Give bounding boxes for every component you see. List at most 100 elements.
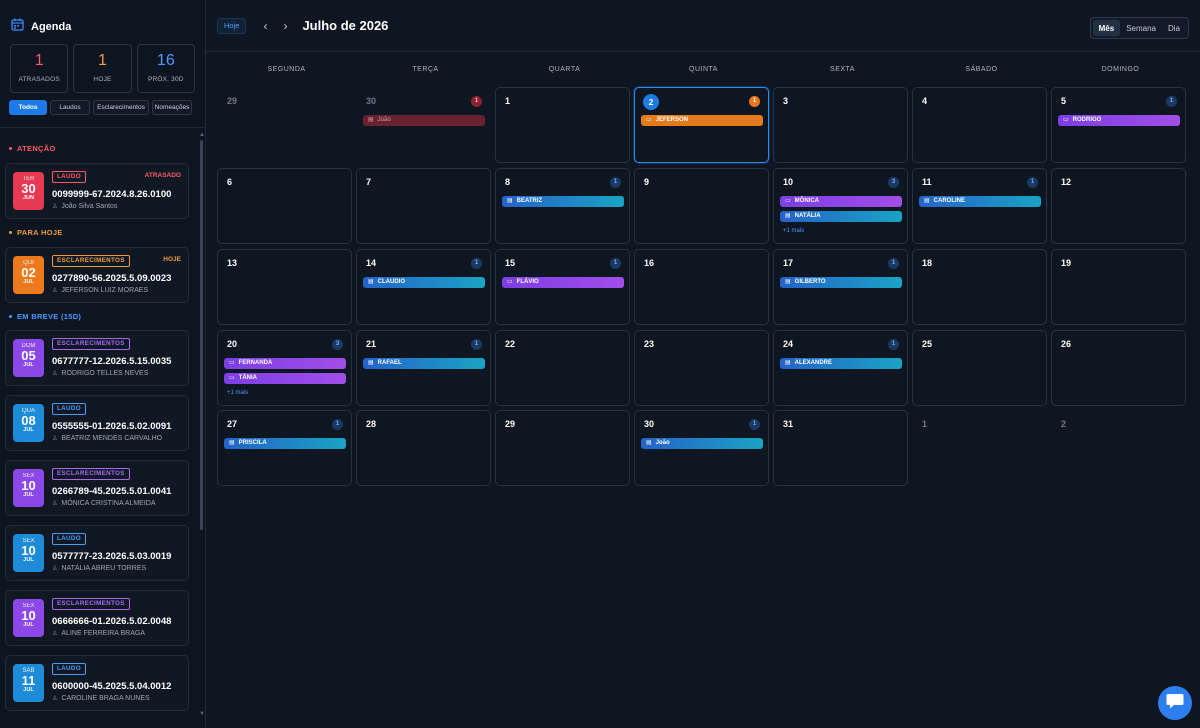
day-cell[interactable]: 25 [912,330,1047,406]
day-cell[interactable]: 12 [1051,168,1186,244]
day-cell[interactable]: 18 [912,249,1047,325]
day-cell[interactable]: 24 1 ▤ ALEXANDRE [773,330,908,406]
deadline-card[interactable]: SÁB 11 JUL LAUDO 0600000-45.2025.5.04.0012 ♙ C… [5,655,189,711]
day-number: 19 [1061,258,1072,268]
day-cell[interactable]: 20 3 ▭ FERNANDA ▭ TÂNIA +1 mais [217,330,352,406]
divider [0,127,205,128]
filter-nomeações[interactable]: Nomeações [152,100,192,115]
day-cell[interactable]: 15 1 ▭ FLÁVIO [495,249,630,325]
document-icon: ▤ [368,360,374,366]
stat-hoje[interactable]: 1 HOJE [73,44,132,93]
view-dia[interactable]: Dia [1162,20,1186,36]
party-name-text: João Silva Santos [61,203,118,210]
date-badge: SEX 10 JUL [13,534,44,572]
event-chip[interactable]: ▤ GILBERTO [780,277,902,288]
date-month: JUL [23,362,34,368]
day-number: 21 [366,339,377,349]
day-cell[interactable]: 7 [356,168,491,244]
filter-esclarecimentos[interactable]: Esclarecimentos [93,100,149,115]
day-cell[interactable]: 17 1 ▤ GILBERTO [773,249,908,325]
weekday-label: SÁBADO [965,66,998,73]
day-cell[interactable]: 30 1 ▤ João [356,87,491,163]
day-cell[interactable]: 27 1 ▤ PRISCILA [217,410,352,486]
scroll-up-icon[interactable]: ▲ [199,132,205,138]
deadline-card[interactable]: SEX 10 JUL LAUDO 0577777-23.2026.5.03.0019 ♙ N… [5,525,189,581]
event-chip[interactable]: ▤ CLAUDIO [363,277,485,288]
day-cell[interactable]: 10 3 ▭ MÔNICA ▤ NATÁLIA +1 mais [773,168,908,244]
today-button[interactable]: Hoje [217,17,247,34]
day-cell[interactable]: 8 1 ▤ BEATRIZ [495,168,630,244]
view-mês[interactable]: Mês [1092,20,1121,36]
day-cell[interactable]: 23 [634,330,769,406]
event-chip[interactable]: ▤ PRISCILA [224,438,346,449]
day-cell[interactable]: 22 [495,330,630,406]
party-name-text: NATÁLIA ABREU TORRES [61,565,147,572]
event-chip[interactable]: ▭ TÂNIA [224,373,346,384]
date-badge: SEX 10 JUL [13,469,44,507]
event-chip[interactable]: ▭ FLÁVIO [502,277,624,288]
event-chip[interactable]: ▭ MÔNICA [780,196,902,207]
prev-month-button[interactable]: ‹ [263,19,267,33]
event-chip[interactable]: ▤ João [363,115,485,126]
deadline-card[interactable]: QUI 02 JUL ESCLARECIMENTOS HOJE 0277890-56.20… [5,247,189,303]
event-chip[interactable]: ▤ BEATRIZ [502,196,624,207]
day-cell[interactable]: 31 [773,410,908,486]
process-number: 0677777-12.2026.5.15.0035 [52,356,172,367]
next-month-button[interactable]: › [283,19,287,33]
event-chip[interactable]: ▭ RODRIGO [1058,115,1180,126]
event-chip[interactable]: ▤ CAROLINE [919,196,1041,207]
day-cell[interactable]: 30 1 ▤ João [634,410,769,486]
day-cell[interactable]: 14 1 ▤ CLAUDIO [356,249,491,325]
day-number: 29 [505,419,516,429]
party-name-text: ALINE FERREIRA BRAGA [61,630,146,637]
day-cell[interactable]: 29 [217,87,352,163]
deadline-card[interactable]: QUA 08 JUL LAUDO 0555555-01.2026.5.02.0091 ♙ B… [5,395,189,451]
day-cell[interactable]: 9 [634,168,769,244]
stat-atrasados[interactable]: 1 ATRASADOS [10,44,69,93]
filter-todos[interactable]: Todos [9,100,47,115]
deadline-card[interactable]: DOM 05 JUL ESCLARECIMENTOS 0677777-12.2026.5… [5,330,189,386]
event-chip[interactable]: ▤ João [641,438,763,449]
day-cell[interactable]: 2 1 ▭ JEFERSON [634,87,769,163]
scrollbar[interactable] [200,140,203,530]
date-weekday: DOM [21,343,36,349]
date-weekday: SÁB [22,668,35,674]
more-events-link[interactable]: +1 mais [783,228,804,234]
process-number: 0577777-23.2026.5.03.0019 [52,551,172,562]
day-cell[interactable]: 3 [773,87,908,163]
day-number: 27 [227,419,238,429]
document-icon: ▤ [368,279,374,285]
date-month: JUL [23,622,34,628]
deadline-card[interactable]: TER 30 JUN LAUDO ATRASADO 0099999-67.2024.8.2… [5,163,189,219]
more-events-link[interactable]: +1 mais [227,390,248,396]
day-cell[interactable]: 11 1 ▤ CAROLINE [912,168,1047,244]
day-cell[interactable]: 29 [495,410,630,486]
scroll-down-icon[interactable]: ▼ [199,711,205,717]
deadline-card[interactable]: SEX 10 JUL ESCLARECIMENTOS 0266789-45.2025.5… [5,460,189,516]
day-cell[interactable]: 13 [217,249,352,325]
event-chip[interactable]: ▤ NATÁLIA [780,211,902,222]
day-cell[interactable]: 4 [912,87,1047,163]
filter-laudos[interactable]: Laudos [50,100,90,115]
event-chip[interactable]: ▤ RAFAEL [363,358,485,369]
day-cell[interactable]: 19 [1051,249,1186,325]
day-cell[interactable]: 16 [634,249,769,325]
day-cell[interactable]: 1 [495,87,630,163]
day-cell[interactable]: 5 1 ▭ RODRIGO [1051,87,1186,163]
day-cell[interactable]: 28 [356,410,491,486]
day-cell[interactable]: 21 1 ▤ RAFAEL [356,330,491,406]
event-chip[interactable]: ▭ FERNANDA [224,358,346,369]
event-chip[interactable]: ▭ JEFERSON [641,115,763,126]
month-title: Julho de 2026 [302,18,389,33]
day-cell[interactable]: 6 [217,168,352,244]
chat-button[interactable] [1158,686,1192,720]
day-cell[interactable]: 26 [1051,330,1186,406]
day-cell[interactable]: 2 [1051,410,1186,486]
stat-pr-x-30d[interactable]: 16 PRÓX. 30D [136,44,195,93]
event-count-badge: 1 [471,339,482,350]
date-month: JUL [23,557,34,563]
view-semana[interactable]: Semana [1120,20,1162,36]
day-cell[interactable]: 1 [912,410,1047,486]
event-chip[interactable]: ▤ ALEXANDRE [780,358,902,369]
deadline-card[interactable]: SEX 10 JUL ESCLARECIMENTOS 0666666-01.2026.5… [5,590,189,646]
